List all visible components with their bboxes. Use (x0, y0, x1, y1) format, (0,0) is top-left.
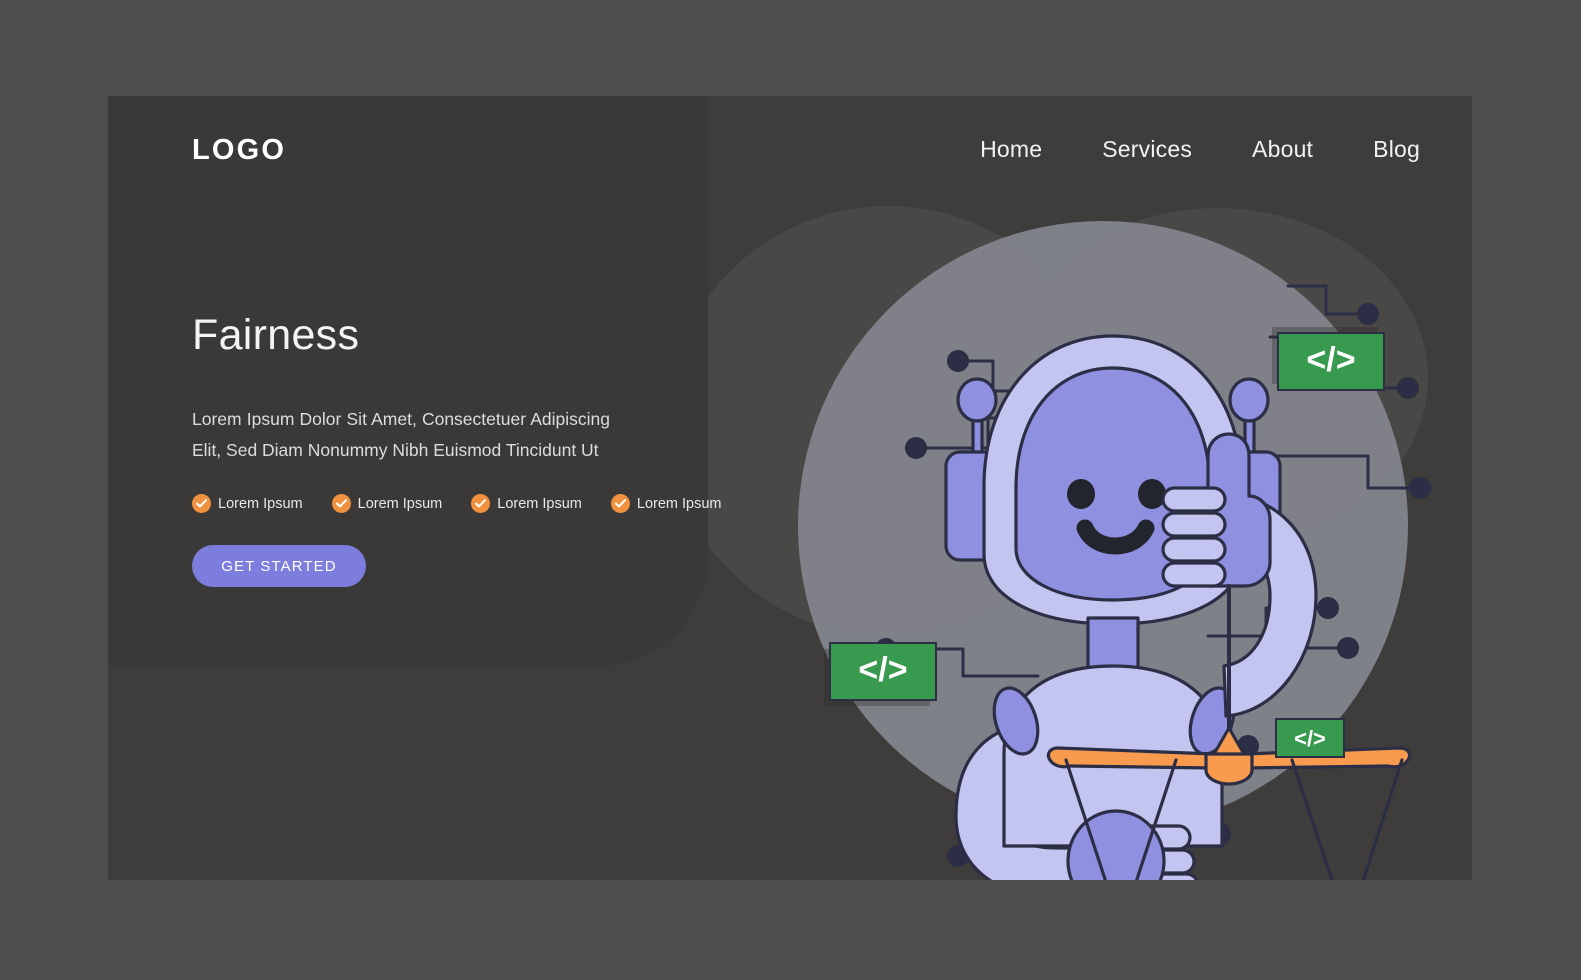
svg-text:</>: </> (1306, 341, 1355, 379)
feature-label: Lorem Ipsum (218, 495, 303, 512)
feature-item-4: Lorem Ipsum (610, 494, 722, 513)
feature-item-2: Lorem Ipsum (331, 494, 443, 513)
check-circle-icon (331, 494, 351, 513)
nav-link-about[interactable]: About (1252, 136, 1313, 163)
site-header: LOGO Home Services About Blog (108, 96, 1472, 216)
feature-item-1: Lorem Ipsum (192, 494, 303, 513)
code-badge-bottom-center: </> (1275, 718, 1345, 758)
nav-link-blog[interactable]: Blog (1373, 136, 1420, 163)
check-circle-icon (192, 494, 211, 513)
nav-link-home[interactable]: Home (980, 136, 1042, 163)
check-circle-icon (471, 494, 491, 513)
feature-label: Lorem Ipsum (636, 495, 722, 512)
feature-label: Lorem Ipsum (497, 495, 582, 512)
hero-subtitle: Lorem Ipsum Dolor Sit Amet, Consectetuer… (192, 409, 610, 460)
nav-link-services[interactable]: Services (1102, 136, 1192, 163)
feature-label: Lorem Ipsum (357, 495, 443, 512)
landing-page-card: </> </> </> LOGO Home Services About Blo… (108, 96, 1472, 880)
svg-text:</>: </> (858, 651, 907, 689)
screenshot-stage: </> </> </> LOGO Home Services About Blo… (0, 0, 1581, 980)
robot-justice-illustration: </> </> </> (808, 156, 1468, 880)
hero-section: Fairness Lorem Ipsum Dolor Sit Amet, Con… (192, 311, 722, 587)
code-badge-top-right: </> (1272, 327, 1385, 391)
main-navigation: Home Services About Blog (980, 136, 1420, 163)
svg-text:</>: </> (1294, 726, 1326, 751)
feature-list: Lorem Ipsum Lorem Ipsum Lorem Ipsum Lore… (192, 494, 722, 513)
get-started-button[interactable]: GET STARTED (192, 545, 366, 587)
logo[interactable]: LOGO (192, 134, 286, 167)
feature-item-3: Lorem Ipsum (471, 494, 582, 513)
code-badge-middle-left: </> (824, 642, 937, 706)
check-circle-icon (610, 494, 630, 513)
page-title: Fairness (192, 311, 360, 359)
